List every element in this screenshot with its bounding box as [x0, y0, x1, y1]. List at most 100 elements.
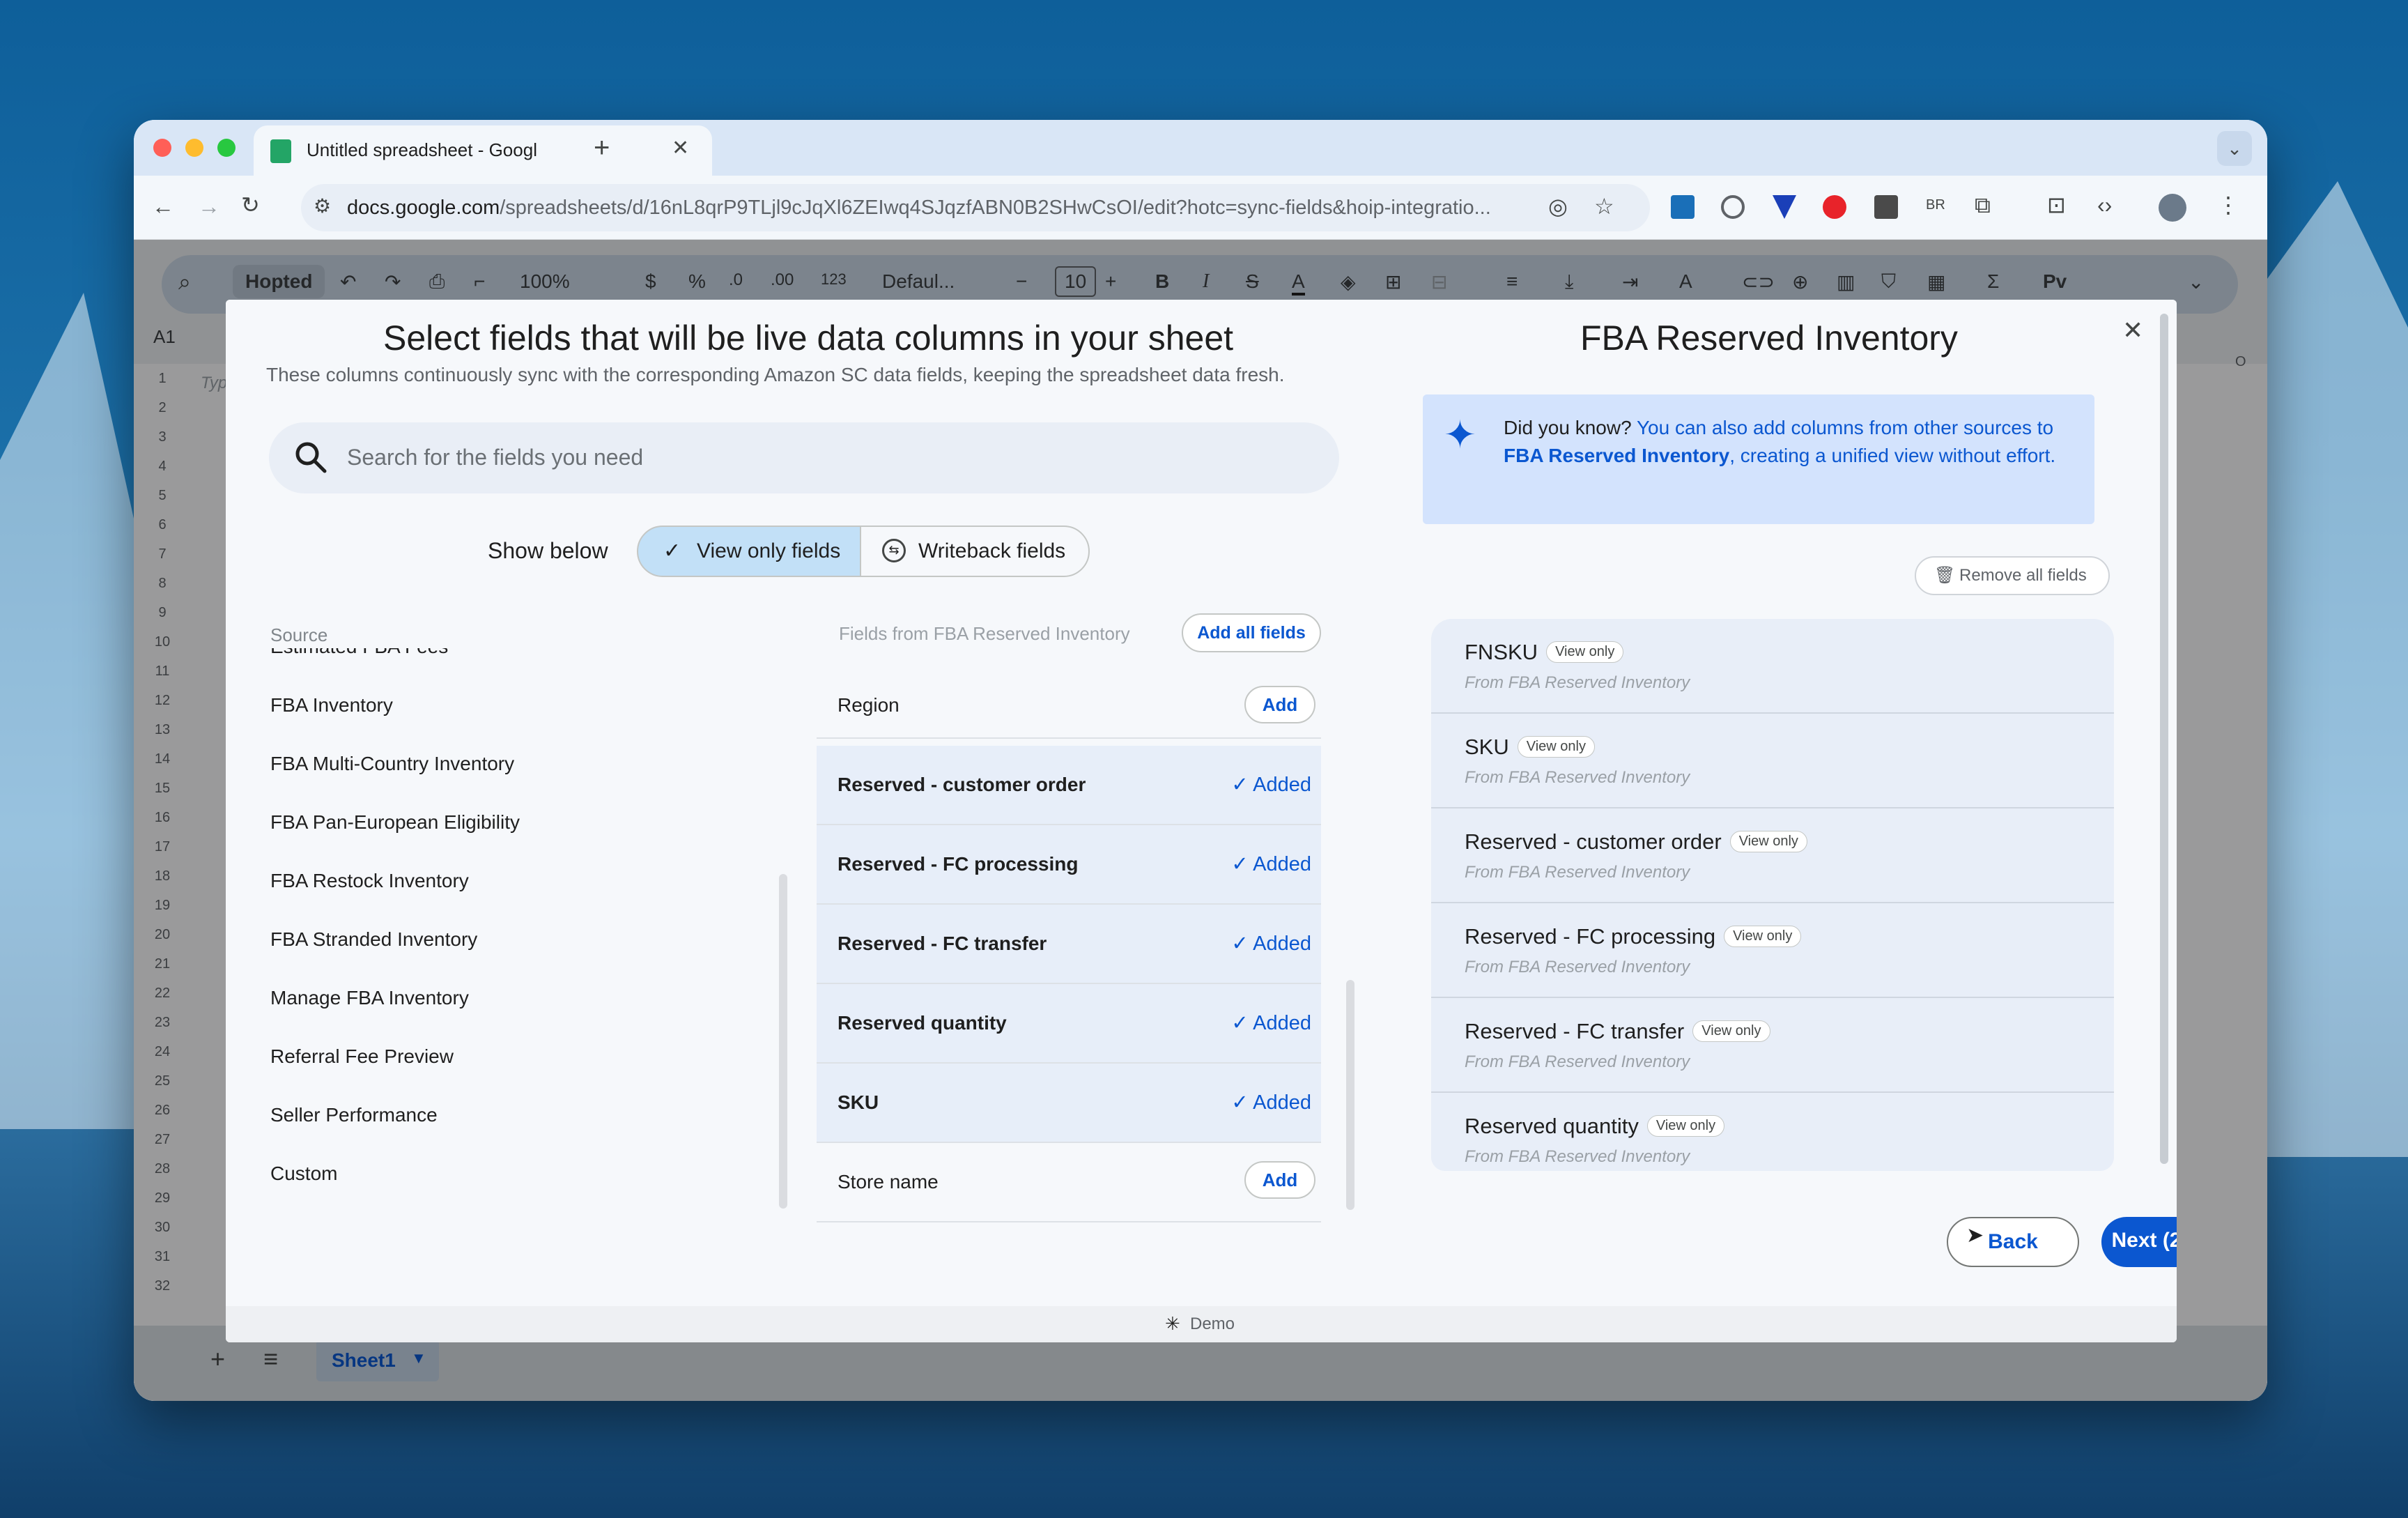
extension-icon-4[interactable]: [1823, 195, 1846, 219]
tab-bar: Untitled spreadsheet - Googl ✕ + ⌄: [134, 120, 2267, 176]
close-window-button[interactable]: [153, 139, 171, 157]
selected-field-source: From FBA Reserved Inventory: [1465, 673, 1690, 692]
selected-field-name: FNSKU View only: [1465, 640, 1624, 665]
source-item[interactable]: FBA Stranded Inventory: [270, 928, 477, 951]
field-added-status[interactable]: ✓ Added: [1231, 931, 1311, 956]
source-scrollbar[interactable]: [779, 874, 787, 1209]
url-path: /spreadsheets/d/16nL8qrP9TLjl9cJqXl6ZEIw…: [500, 197, 1490, 219]
source-item[interactable]: FBA Multi-Country Inventory: [270, 753, 514, 775]
close-tab-icon[interactable]: ✕: [672, 138, 689, 159]
field-added-status[interactable]: ✓ Added: [1231, 852, 1311, 876]
field-name: Reserved - customer order: [838, 774, 1086, 795]
selected-field-card[interactable]: SKU View only From FBA Reserved Inventory: [1431, 714, 2114, 808]
added-label: Added: [1253, 853, 1311, 875]
right-scrollbar[interactable]: [2160, 314, 2168, 1164]
new-tab-button[interactable]: +: [594, 134, 610, 162]
tab-title: Untitled spreadsheet - Googl: [307, 139, 537, 160]
zoom-window-button[interactable]: [217, 139, 236, 157]
extension-icon-6[interactable]: BR: [1926, 198, 1945, 212]
field-name: Store name: [838, 1171, 939, 1193]
next-button[interactable]: Next (2/4): [2101, 1217, 2177, 1267]
selected-field-name: Reserved - customer order View only: [1465, 829, 1807, 854]
field-name: Reserved - FC transfer: [838, 933, 1047, 954]
back-arrow-icon[interactable]: ←: [152, 195, 174, 217]
footer-demo-label: Demo: [1190, 1314, 1235, 1333]
source-item[interactable]: Estimated FBA Fees: [270, 648, 448, 658]
add-all-fields-button[interactable]: Add all fields: [1182, 613, 1321, 652]
field-name: SKU: [838, 1091, 879, 1113]
field-row: Store name Add: [817, 1143, 1321, 1222]
remove-all-fields-button[interactable]: 🗑 Remove all fields: [1915, 556, 2110, 595]
selected-field-label: SKU: [1465, 735, 1509, 759]
extension-icon-2[interactable]: [1721, 195, 1745, 219]
add-field-button[interactable]: Add: [1244, 1161, 1315, 1199]
selected-field-name: Reserved - FC transfer View only: [1465, 1019, 1770, 1044]
add-field-button[interactable]: Add: [1244, 686, 1315, 723]
check-icon: ✓: [1231, 1012, 1253, 1034]
lens-icon[interactable]: ◎: [1548, 195, 1568, 217]
selected-field-source: From FBA Reserved Inventory: [1465, 1147, 1690, 1166]
url-host: docs.google.com: [347, 197, 500, 219]
field-name: Reserved - FC processing: [838, 853, 1079, 875]
forward-arrow-icon[interactable]: →: [198, 195, 220, 217]
source-item[interactable]: Seller Performance: [270, 1104, 438, 1126]
selected-field-card[interactable]: Reserved - customer order View only From F…: [1431, 808, 2114, 903]
source-item[interactable]: FBA Pan-European Eligibility: [270, 811, 520, 834]
remove-all-label: Remove all fields: [1959, 566, 2087, 585]
added-label: Added: [1253, 933, 1311, 955]
profile-avatar[interactable]: [2159, 194, 2186, 222]
minimize-window-button[interactable]: [185, 139, 203, 157]
browser-menu-icon[interactable]: ⋮: [2217, 194, 2239, 216]
source-item[interactable]: Custom: [270, 1163, 337, 1185]
reload-icon[interactable]: ↻: [241, 194, 260, 216]
field-added-status[interactable]: ✓ Added: [1231, 1090, 1311, 1114]
writeback-fields-toggle[interactable]: ⇆ Writeback fields: [860, 526, 1090, 577]
selected-field-label: Reserved - FC processing: [1465, 924, 1716, 949]
view-only-badge: View only: [1692, 1020, 1770, 1042]
selected-field-source: From FBA Reserved Inventory: [1465, 958, 1690, 976]
extension-icon-5[interactable]: [1874, 195, 1898, 219]
extension-icon-1[interactable]: [1671, 195, 1695, 219]
source-item[interactable]: FBA Restock Inventory: [270, 870, 469, 892]
source-list: Estimated FBA Fees FBA Inventory FBA Multi…: [226, 648, 769, 1206]
dialog-title: Select fields that will be live data col…: [383, 319, 1234, 358]
extension-icon-3[interactable]: [1773, 195, 1796, 219]
view-only-label: View only fields: [697, 539, 841, 562]
omnibox[interactable]: ⚙ docs.google.com/spreadsheets/d/16nL8qr…: [301, 184, 1650, 231]
search-placeholder: Search for the fields you need: [347, 445, 644, 470]
selected-field-source: From FBA Reserved Inventory: [1465, 768, 1690, 787]
bookmark-star-icon[interactable]: ☆: [1594, 195, 1614, 217]
selected-field-card[interactable]: Reserved - FC processing View only From FB…: [1431, 903, 2114, 998]
close-dialog-icon[interactable]: ✕: [2122, 318, 2143, 343]
extensions-puzzle-icon[interactable]: ⧉: [1975, 194, 1991, 216]
selected-field-card[interactable]: FNSKU View only From FBA Reserved Inventor…: [1431, 619, 2114, 714]
fields-scrollbar[interactable]: [1346, 980, 1354, 1210]
callout-mid: You can also add columns from other sour…: [1636, 417, 2054, 438]
view-only-fields-toggle[interactable]: ✓ View only fields: [637, 526, 861, 577]
demo-logo-icon: ✳: [1165, 1313, 1180, 1334]
view-only-badge: View only: [1729, 831, 1807, 852]
field-added-status[interactable]: ✓ Added: [1231, 1011, 1311, 1035]
field-added-status[interactable]: ✓ Added: [1231, 772, 1311, 797]
selected-field-card[interactable]: Reserved quantity View only From FBA Reser…: [1431, 1093, 2114, 1171]
selected-field-label: Reserved - FC transfer: [1465, 1019, 1685, 1043]
left-panel: Select fields that will be live data col…: [226, 300, 1410, 1306]
selected-field-label: FNSKU: [1465, 640, 1538, 664]
address-bar-row: ← → ↻ ⚙ docs.google.com/spreadsheets/d/1…: [134, 176, 2267, 240]
code-icon[interactable]: ‹›: [2097, 194, 2112, 216]
check-icon: ✓: [663, 539, 681, 562]
tab-spreadsheet[interactable]: Untitled spreadsheet - Googl ✕: [254, 125, 712, 176]
selected-field-card[interactable]: Reserved - FC transfer View only From FBA …: [1431, 998, 2114, 1093]
url-text: docs.google.com/spreadsheets/d/16nL8qrP9…: [347, 197, 1490, 220]
show-below-label: Show below: [488, 538, 608, 563]
screenshot-icon[interactable]: ⊡: [2047, 194, 2066, 216]
added-label: Added: [1253, 774, 1311, 796]
site-settings-icon[interactable]: ⚙: [314, 197, 331, 216]
source-item[interactable]: Manage FBA Inventory: [270, 987, 469, 1009]
source-item[interactable]: Referral Fee Preview: [270, 1045, 454, 1068]
field-search[interactable]: Search for the fields you need: [269, 422, 1339, 493]
tab-search-button[interactable]: ⌄: [2217, 131, 2252, 166]
view-only-badge: View only: [1724, 926, 1802, 947]
field-selection-dialog: Select fields that will be live data col…: [226, 300, 2177, 1342]
source-item[interactable]: FBA Inventory: [270, 694, 393, 716]
